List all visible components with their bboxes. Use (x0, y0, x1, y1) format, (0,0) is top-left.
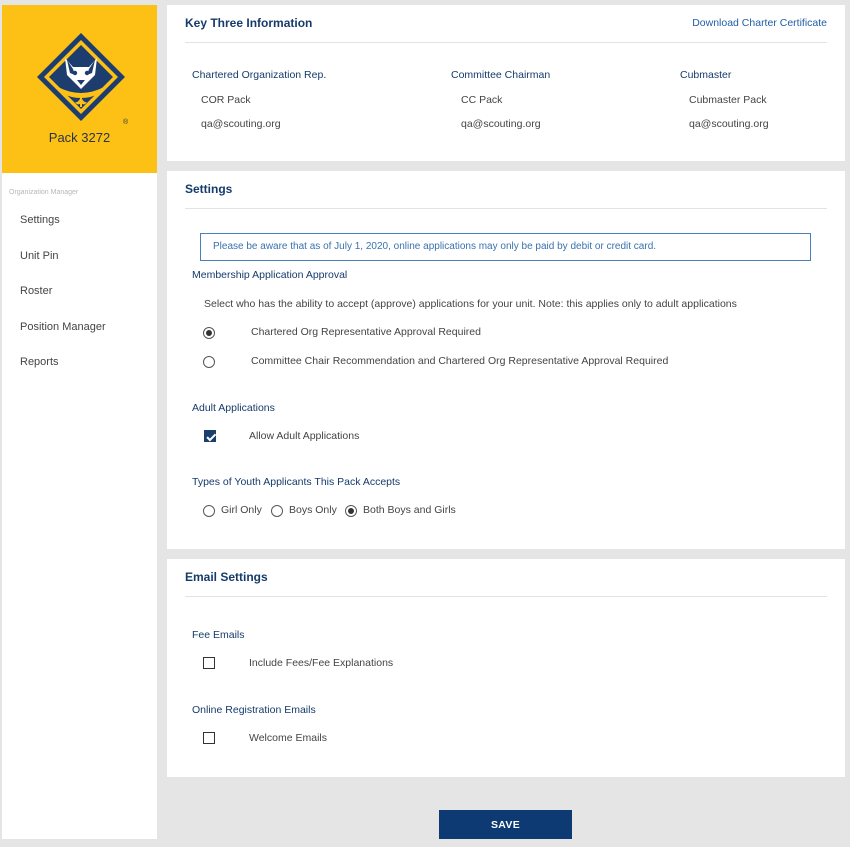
youth-girl-only-label[interactable]: Girl Only (221, 504, 262, 516)
sidebar-item-settings[interactable]: Settings (2, 203, 157, 239)
cubmaster-name: Cubmaster Pack (689, 94, 767, 106)
email-settings-header: Email Settings (185, 559, 827, 597)
sidebar-item-roster[interactable]: Roster (2, 274, 157, 310)
sidebar-item-unit-pin[interactable]: Unit Pin (2, 239, 157, 275)
include-fees-checkbox[interactable] (203, 657, 215, 669)
welcome-emails-checkbox[interactable] (203, 732, 215, 744)
cub-scouts-logo-icon (37, 33, 125, 121)
sidebar-item-position-manager[interactable]: Position Manager (2, 310, 157, 346)
key-three-header: Key Three Information Download Charter C… (185, 5, 827, 43)
settings-card: Settings Please be aware that as of July… (167, 171, 845, 549)
youth-girl-only-radio[interactable] (203, 505, 215, 517)
include-fees-label[interactable]: Include Fees/Fee Explanations (249, 657, 393, 669)
cubmaster-email: qa@scouting.org (689, 118, 769, 130)
key-three-title: Key Three Information (185, 16, 313, 30)
download-charter-certificate-link[interactable]: Download Charter Certificate (692, 17, 827, 29)
cubmaster-role-label: Cubmaster (680, 69, 732, 81)
youth-types-label: Types of Youth Applicants This Pack Acce… (192, 476, 401, 488)
sidebar-nav: Settings Unit Pin Roster Position Manage… (2, 203, 157, 381)
registered-mark: ® (123, 119, 129, 126)
committee-chairman-role-label: Committee Chairman (451, 69, 551, 81)
sidebar: ® Pack 3272 Organization Manager Setting… (2, 5, 157, 839)
email-settings-title: Email Settings (185, 570, 268, 584)
key-three-card: Key Three Information Download Charter C… (167, 5, 845, 161)
cor-name: COR Pack (201, 94, 251, 106)
cor-role-label: Chartered Organization Rep. (192, 69, 327, 81)
fee-emails-label: Fee Emails (192, 629, 245, 641)
approval-cor-label[interactable]: Chartered Org Representative Approval Re… (251, 326, 481, 338)
committee-chairman-name: CC Pack (461, 94, 503, 106)
youth-both-label[interactable]: Both Boys and Girls (363, 504, 456, 516)
sidebar-item-reports[interactable]: Reports (2, 345, 157, 381)
settings-header: Settings (185, 171, 827, 209)
youth-both-radio[interactable] (345, 505, 357, 517)
email-settings-card: Email Settings Fee Emails Include Fees/F… (167, 559, 845, 777)
allow-adult-applications-label[interactable]: Allow Adult Applications (249, 430, 359, 442)
approval-cc-cor-radio[interactable] (203, 356, 215, 368)
payment-notice: Please be aware that as of July 1, 2020,… (200, 233, 811, 261)
committee-chairman-email: qa@scouting.org (461, 118, 541, 130)
unit-brand-panel: ® Pack 3272 (2, 5, 157, 173)
save-button[interactable]: SAVE (439, 810, 572, 839)
settings-title: Settings (185, 182, 233, 196)
unit-name: Pack 3272 (48, 130, 111, 145)
approval-cc-cor-label[interactable]: Committee Chair Recommendation and Chart… (251, 355, 668, 367)
online-registration-emails-label: Online Registration Emails (192, 704, 316, 716)
youth-boys-only-radio[interactable] (271, 505, 283, 517)
approval-cor-radio[interactable] (203, 327, 215, 339)
membership-approval-description: Select who has the ability to accept (ap… (204, 298, 737, 310)
allow-adult-applications-checkbox[interactable] (204, 430, 216, 442)
adult-applications-label: Adult Applications (192, 402, 275, 414)
membership-approval-label: Membership Application Approval (192, 269, 348, 281)
sidebar-caption: Organization Manager (9, 189, 79, 196)
cor-email: qa@scouting.org (201, 118, 281, 130)
youth-boys-only-label[interactable]: Boys Only (289, 504, 337, 516)
welcome-emails-label[interactable]: Welcome Emails (249, 732, 327, 744)
